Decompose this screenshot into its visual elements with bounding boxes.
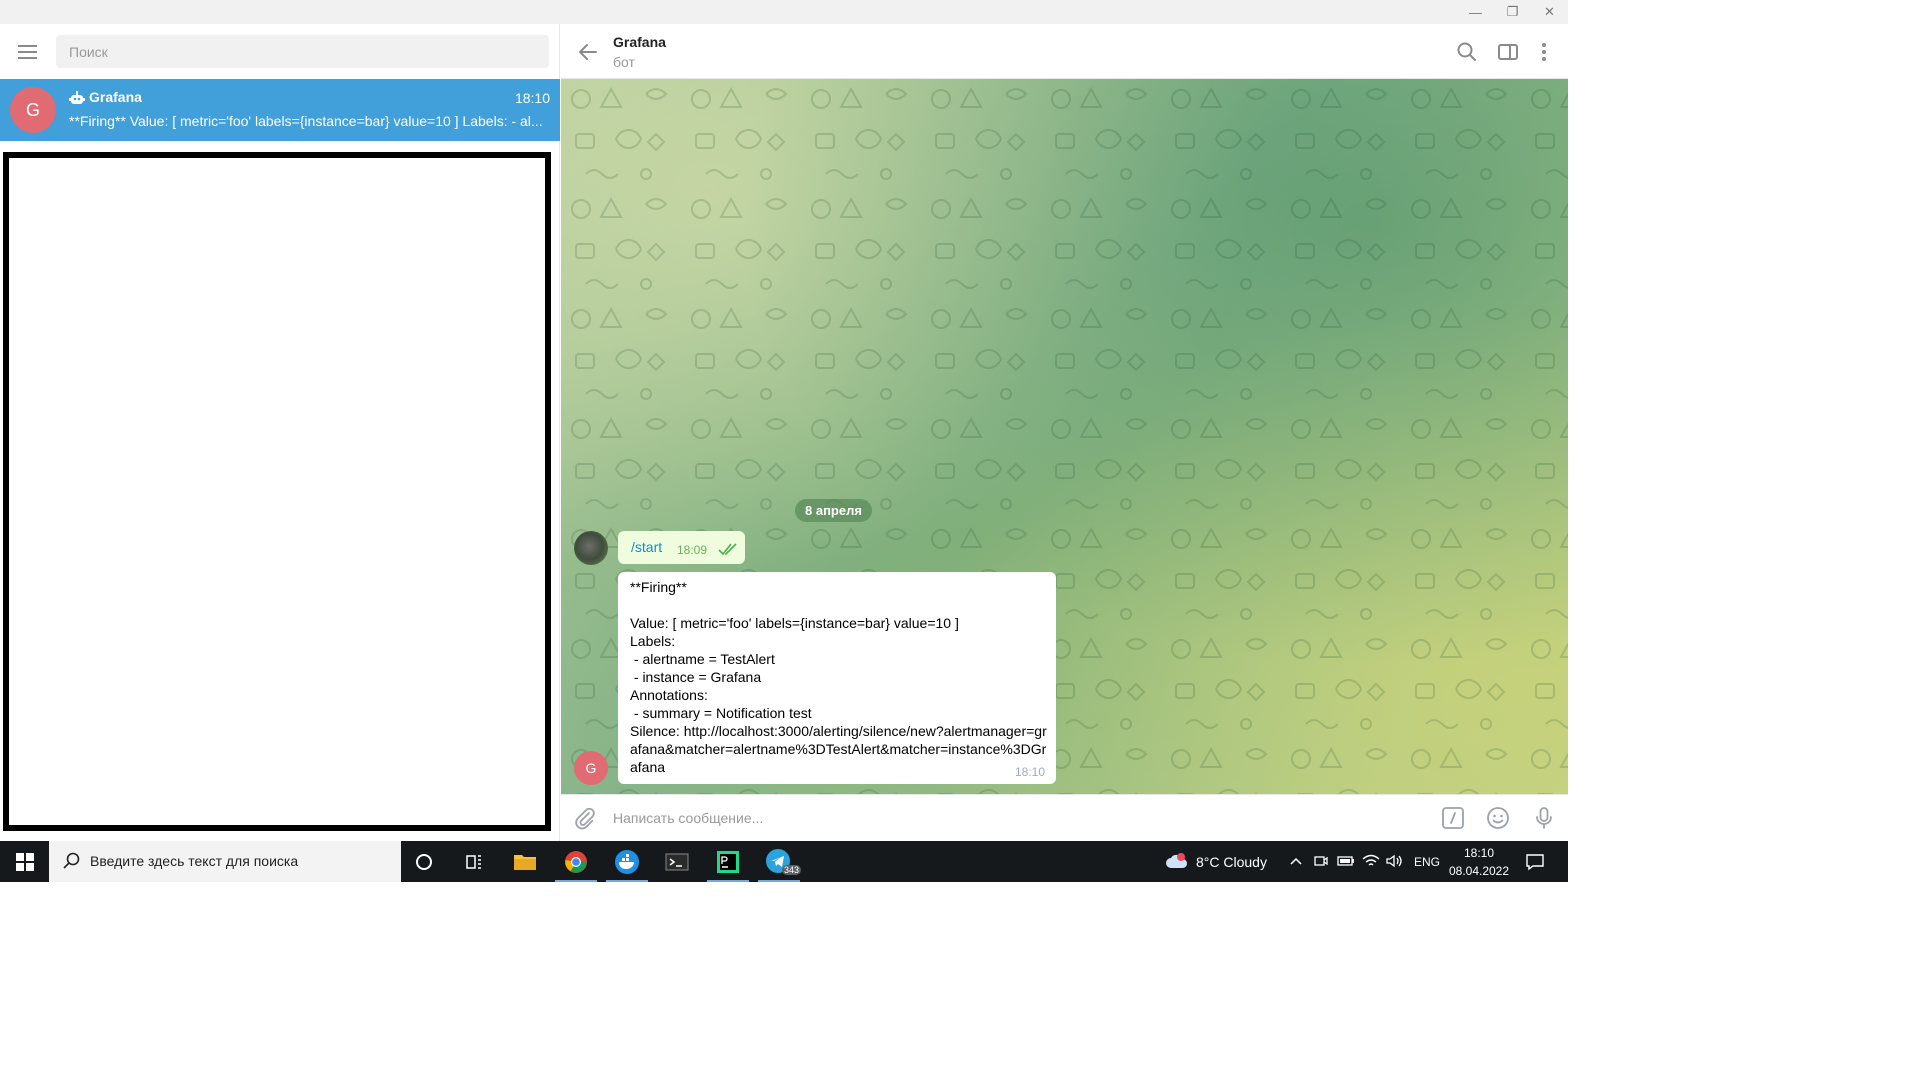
- clock[interactable]: 18:10 08.04.2022: [1446, 844, 1512, 880]
- telegram-icon[interactable]: 343: [754, 841, 804, 882]
- volume-icon[interactable]: [1385, 853, 1403, 869]
- restore-button[interactable]: ❐: [1494, 0, 1531, 24]
- back-arrow-icon[interactable]: [575, 39, 601, 65]
- sidebar-toggle-icon[interactable]: [1495, 39, 1521, 65]
- docker-icon[interactable]: [602, 841, 652, 882]
- peer-name[interactable]: Grafana: [613, 34, 666, 50]
- date-separator: 8 апреля: [795, 499, 872, 522]
- chat-time: 18:10: [514, 90, 550, 106]
- conversation-panel: Grafana бот 8 апреля /start 18:09 **Firi…: [561, 24, 1568, 841]
- weather-text[interactable]: 8°C Cloudy: [1196, 854, 1267, 870]
- bot-icon: [69, 91, 85, 104]
- input-language[interactable]: ENG: [1414, 855, 1440, 869]
- minimize-button[interactable]: —: [1457, 0, 1494, 24]
- notification-center-icon[interactable]: [1525, 852, 1545, 872]
- start-button[interactable]: [0, 841, 49, 882]
- message-time: 18:09: [677, 543, 708, 557]
- taskbar-search-placeholder: Введите здесь текст для поиска: [90, 853, 299, 869]
- outgoing-message[interactable]: /start 18:09: [618, 531, 745, 564]
- bot-commands-icon[interactable]: [1440, 805, 1466, 831]
- pycharm-icon[interactable]: [703, 841, 753, 882]
- windows-logo-icon: [15, 852, 34, 871]
- window-titlebar: — ❐ ✕: [0, 0, 1568, 24]
- chat-list-panel: G Grafana 18:10 **Firing** Value: [ metr…: [0, 24, 560, 841]
- search-icon: [63, 852, 80, 869]
- message-input[interactable]: [613, 807, 1413, 829]
- incoming-message[interactable]: **Firing** Value: [ metric='foo' labels=…: [618, 572, 1056, 784]
- bot-command-link[interactable]: /start: [631, 539, 662, 555]
- chevron-up-icon[interactable]: [1289, 855, 1303, 867]
- battery-icon[interactable]: [1337, 854, 1355, 868]
- chat-background: 8 апреля /start 18:09 **Firing** Value: …: [561, 79, 1568, 794]
- chat-list-item-grafana[interactable]: G Grafana 18:10 **Firing** Value: [ metr…: [0, 79, 560, 141]
- close-button[interactable]: ✕: [1531, 0, 1568, 24]
- chat-list-header: [0, 24, 560, 79]
- attach-icon[interactable]: [571, 805, 597, 831]
- message-time: 18:10: [1014, 765, 1045, 779]
- message-composer: [561, 794, 1568, 841]
- telegram-unread-badge: 343: [782, 865, 802, 875]
- terminal-icon[interactable]: [652, 841, 702, 882]
- peer-status: бот: [613, 54, 635, 70]
- file-explorer-icon[interactable]: [500, 841, 550, 882]
- bot-avatar[interactable]: G: [574, 751, 608, 785]
- message-text: **Firing** Value: [ metric='foo' labels=…: [630, 579, 1047, 775]
- chat-name: Grafana: [89, 89, 142, 105]
- user-avatar[interactable]: [574, 531, 608, 565]
- emoji-icon[interactable]: [1485, 805, 1511, 831]
- microphone-icon[interactable]: [1531, 805, 1557, 831]
- taskbar-search[interactable]: Введите здесь текст для поиска: [49, 841, 401, 882]
- cortana-icon[interactable]: [399, 841, 449, 882]
- search-icon[interactable]: [1454, 39, 1480, 65]
- avatar: G: [10, 87, 56, 133]
- weather-cloud-icon: [1166, 853, 1188, 868]
- meet-now-icon[interactable]: [1313, 853, 1329, 869]
- search-input[interactable]: [56, 35, 549, 68]
- wifi-icon[interactable]: [1362, 853, 1380, 869]
- chat-preview: **Firing** Value: [ metric='foo' labels=…: [69, 113, 543, 129]
- double-check-icon: [718, 543, 737, 556]
- more-options-icon[interactable]: [1531, 39, 1557, 65]
- search-field[interactable]: [56, 35, 549, 68]
- clock-time: 18:10: [1463, 846, 1495, 860]
- conversation-header: Grafana бот: [561, 24, 1568, 79]
- redacted-area: [3, 152, 551, 831]
- chrome-icon[interactable]: [551, 841, 601, 882]
- task-view-icon[interactable]: [449, 841, 499, 882]
- windows-taskbar: Введите здесь текст для поиска 343 8°C C…: [0, 841, 1568, 882]
- clock-date: 08.04.2022: [1448, 864, 1510, 878]
- hamburger-menu-icon[interactable]: [14, 39, 42, 65]
